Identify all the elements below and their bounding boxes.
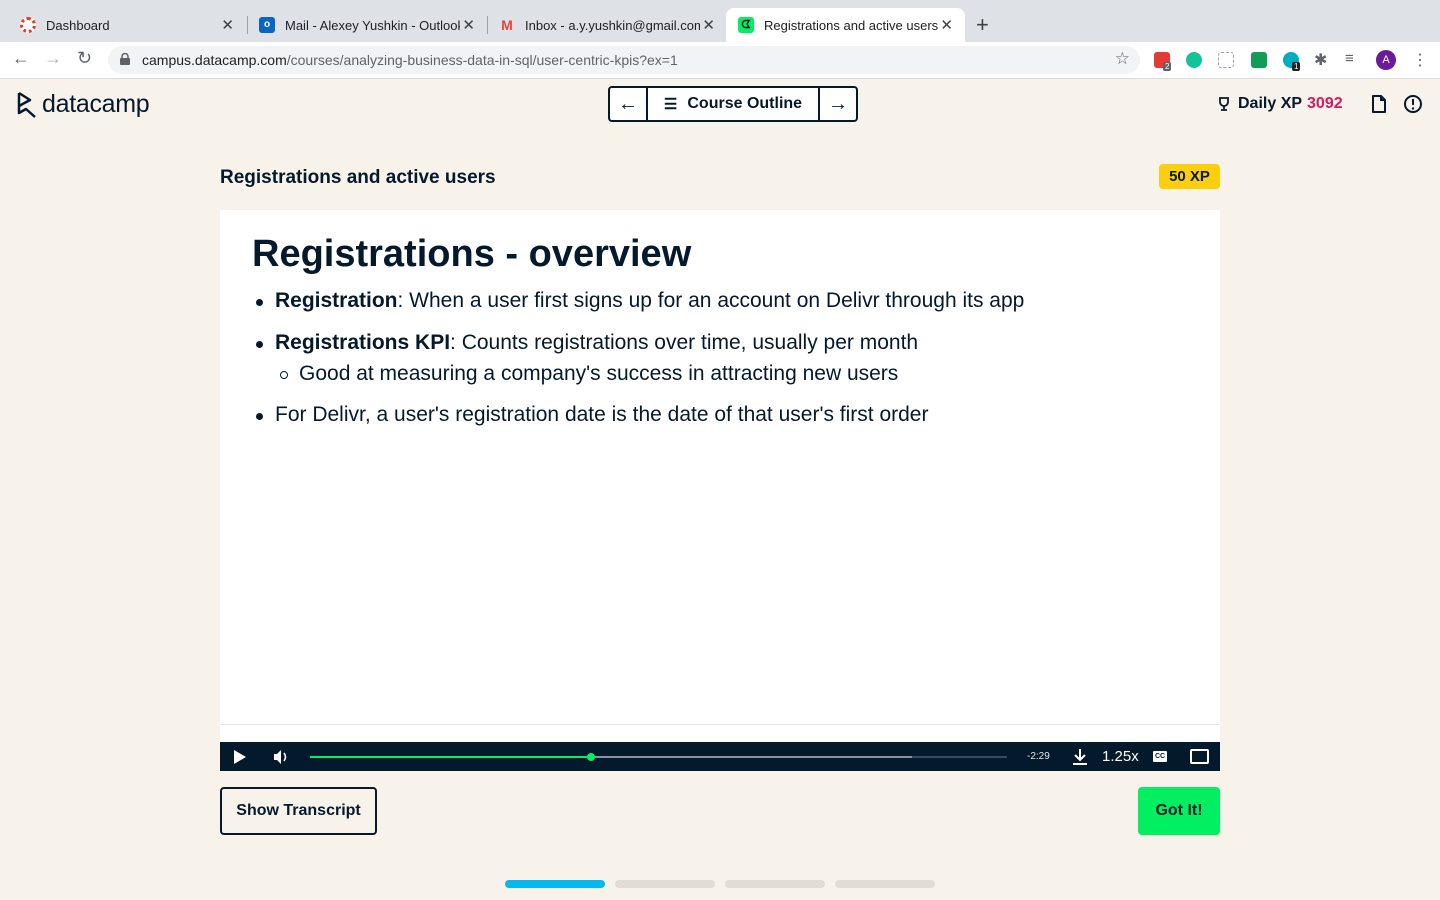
address-bar[interactable]: campus.datacamp.com/courses/analyzing-bu… [108, 46, 1140, 74]
time-remaining: -2:29 [1027, 751, 1050, 762]
progress-segment-current [505, 880, 605, 888]
tab-outlook[interactable]: o Mail - Alexey Yushkin - Outlook ✕ [247, 8, 487, 42]
arrow-right-icon: → [828, 92, 848, 115]
browser-tab-bar: Dashboard ✕ o Mail - Alexey Yushkin - Ou… [0, 0, 1440, 42]
course-outline-button[interactable]: ☰ Course Outline [646, 88, 820, 120]
extension-badge: 2 [1163, 62, 1172, 71]
playback-speed-button[interactable]: 1.25x [1102, 748, 1139, 765]
tab-datacamp-active[interactable]: ᗧ Registrations and active users ✕ [726, 8, 965, 42]
bullet-term: Registration [275, 289, 398, 312]
forward-arrow-icon[interactable]: → [44, 48, 62, 69]
bullet-dot [256, 413, 263, 420]
progress-segment [725, 880, 825, 888]
datacamp-favicon: ᗧ [738, 17, 754, 33]
bullet-term: Registrations KPI [275, 331, 451, 354]
tab-title: Mail - Alexey Yushkin - Outlook [285, 17, 460, 33]
url-host: campus.datacamp.com [142, 52, 287, 68]
logo-wordmark: datacamp [42, 90, 150, 118]
grammarly-extension-icon[interactable] [1186, 52, 1202, 68]
play-icon[interactable] [234, 750, 246, 764]
progress-segment [615, 880, 715, 888]
video-slide: Registrations - overview Registration: W… [220, 210, 1220, 744]
course-outline-label: Course Outline [687, 95, 803, 112]
bullet-dot [256, 299, 263, 306]
fullscreen-icon[interactable] [1190, 749, 1209, 764]
got-it-button[interactable]: Got It! [1138, 787, 1220, 835]
reload-icon[interactable]: ↻ [77, 48, 92, 69]
url-path: /courses/analyzing-business-data-in-sql/… [286, 52, 678, 68]
profile-avatar[interactable]: A [1376, 50, 1396, 70]
close-tab-icon[interactable]: ✕ [462, 16, 475, 34]
outlook-favicon: o [259, 17, 275, 33]
played-range [310, 756, 591, 758]
daily-xp-label: Daily XP [1238, 95, 1303, 112]
arrow-left-icon: ← [618, 92, 638, 115]
extension-icon[interactable] [1218, 52, 1234, 68]
bullet-dot [256, 341, 263, 348]
report-issue-icon[interactable] [1403, 94, 1423, 114]
puzzle-extensions-icon[interactable]: ✱ [1314, 50, 1327, 70]
download-icon[interactable] [1072, 748, 1088, 766]
datacamp-logo-icon [17, 91, 36, 118]
seek-bar[interactable] [310, 753, 1007, 761]
daily-xp-value: 3092 [1307, 95, 1343, 112]
extension-icon[interactable] [1251, 52, 1267, 68]
tab-title: Registrations and active users [764, 17, 939, 33]
close-tab-icon[interactable]: ✕ [940, 16, 953, 34]
course-navigation: ← ☰ Course Outline → [608, 86, 858, 122]
progress-segment [835, 880, 935, 888]
url-text: campus.datacamp.com/courses/analyzing-bu… [142, 52, 678, 68]
close-tab-icon[interactable]: ✕ [221, 16, 234, 34]
hamburger-icon: ☰ [663, 96, 678, 113]
datacamp-logo[interactable]: datacamp [16, 90, 150, 119]
exercise-title: Registrations and active users [220, 167, 496, 188]
tab-gmail[interactable]: M Inbox - a.y.yushkin@gmail.com ✕ [487, 8, 727, 42]
sub-bullet-ring [280, 371, 288, 379]
bookmark-star-icon[interactable]: ☆ [1115, 49, 1130, 69]
slide-divider [220, 724, 1220, 725]
slides-document-icon[interactable] [1369, 94, 1389, 114]
extension-badge: 1 [1292, 62, 1301, 71]
sub-bullet-text: Good at measuring a company's success in… [299, 362, 899, 385]
closed-captions-icon[interactable]: CC [1153, 751, 1167, 762]
tab-dashboard[interactable]: Dashboard ✕ [8, 8, 246, 42]
show-transcript-button[interactable]: Show Transcript [220, 787, 377, 835]
seek-handle[interactable] [586, 753, 595, 761]
bullet-text: : Counts registrations over time, usuall… [450, 331, 919, 354]
bullet-text: : When a user first signs up for an acco… [397, 289, 1025, 312]
volume-icon[interactable] [272, 748, 290, 766]
dashboard-favicon [20, 17, 36, 33]
lock-icon [120, 53, 130, 65]
previous-exercise-button[interactable]: ← [610, 88, 646, 120]
browser-menu-icon[interactable]: ⋮ [1412, 50, 1428, 70]
slide-heading: Registrations - overview [252, 233, 692, 275]
tab-title: Dashboard [46, 17, 110, 33]
tab-title: Inbox - a.y.yushkin@gmail.com [525, 17, 700, 33]
daily-xp[interactable]: Daily XP 3092 [1216, 95, 1343, 113]
gmail-favicon: M [501, 17, 513, 33]
browser-toolbar: ← → ↻ campus.datacamp.com/courses/analyz… [0, 42, 1440, 79]
video-player-controls: -2:29 1.25x CC [220, 742, 1220, 771]
new-tab-icon[interactable]: + [976, 12, 989, 38]
bullet-text: For Delivr, a user's registration date i… [275, 403, 929, 426]
xp-badge: 50 XP [1159, 164, 1220, 189]
reading-list-icon[interactable]: ≡ [1345, 50, 1354, 67]
close-tab-icon[interactable]: ✕ [702, 16, 715, 34]
back-arrow-icon[interactable]: ← [12, 48, 30, 69]
trophy-icon [1219, 97, 1229, 111]
next-exercise-button[interactable]: → [820, 88, 856, 120]
